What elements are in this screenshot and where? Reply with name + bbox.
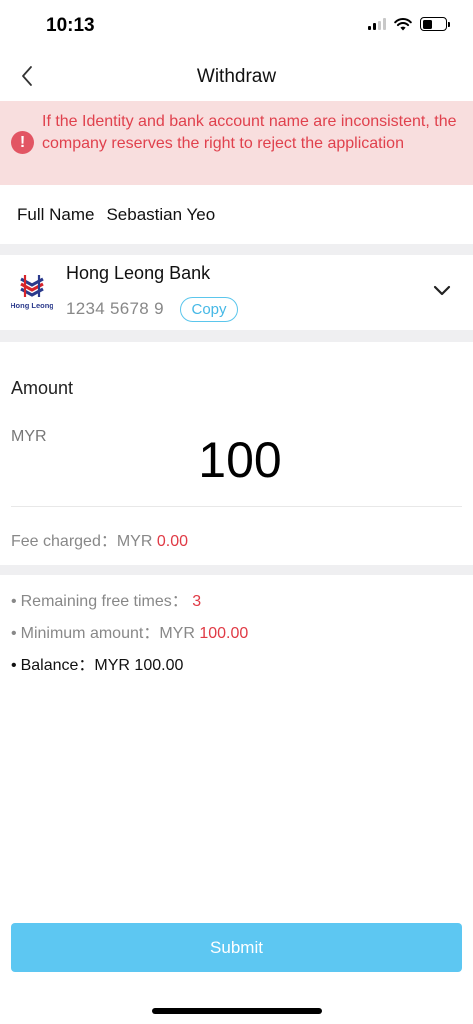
amount-input[interactable] [100,425,380,495]
bank-selector[interactable]: Hong Leong Hong Leong Bank 1234 5678 9 C… [0,255,473,330]
full-name-label: Full Name [17,205,95,224]
submit-button[interactable]: Submit [11,923,462,972]
full-name-row: Full Name Sebastian Yeo [0,186,473,244]
cellular-signal-icon [368,18,386,30]
amount-label: Amount [11,378,74,398]
fee-value: 0.00 [156,533,188,550]
remaining-free-times: • Remaining free times： 3 [11,593,202,610]
section-divider [0,565,473,575]
minimum-value: 100.00 [199,625,249,642]
copy-button[interactable]: Copy [180,297,238,322]
page-title: Withdraw [196,66,277,87]
status-icons [368,17,450,31]
remaining-value: 3 [192,593,202,610]
battery-icon [420,17,450,31]
amount-divider [11,506,462,507]
exclamation-circle-icon: ! [11,131,34,154]
status-time: 10:13 [46,15,95,36]
full-name-value: Sebastian Yeo [106,205,216,224]
bank-account-number: 1234 5678 9 [66,299,164,318]
nav-bar: Withdraw [0,52,473,100]
warning-banner: ! If the Identity and bank account name … [0,101,473,185]
bank-logo-icon: Hong Leong [11,275,53,310]
svg-text:Hong Leong: Hong Leong [11,301,53,310]
remaining-label: Remaining free times： [20,593,188,610]
currency-label: MYR [11,428,47,445]
warning-text: If the Identity and bank account name ar… [42,113,457,152]
minimum-amount: • Minimum amount：MYR 100.00 [11,625,249,642]
section-divider [0,244,473,255]
minimum-label: Minimum amount：MYR [20,625,200,642]
section-divider [0,330,473,342]
fee-label: Fee charged：MYR [11,533,157,550]
fee-charged: Fee charged：MYR 0.00 [11,527,188,551]
balance-label: Balance：MYR 100.00 [20,657,184,674]
balance: • Balance：MYR 100.00 [11,657,184,674]
bank-name: Hong Leong Bank [66,263,211,283]
wifi-icon [394,17,412,30]
status-bar: 10:13 [0,0,473,52]
chevron-down-icon [433,285,451,296]
home-indicator [152,1008,322,1014]
